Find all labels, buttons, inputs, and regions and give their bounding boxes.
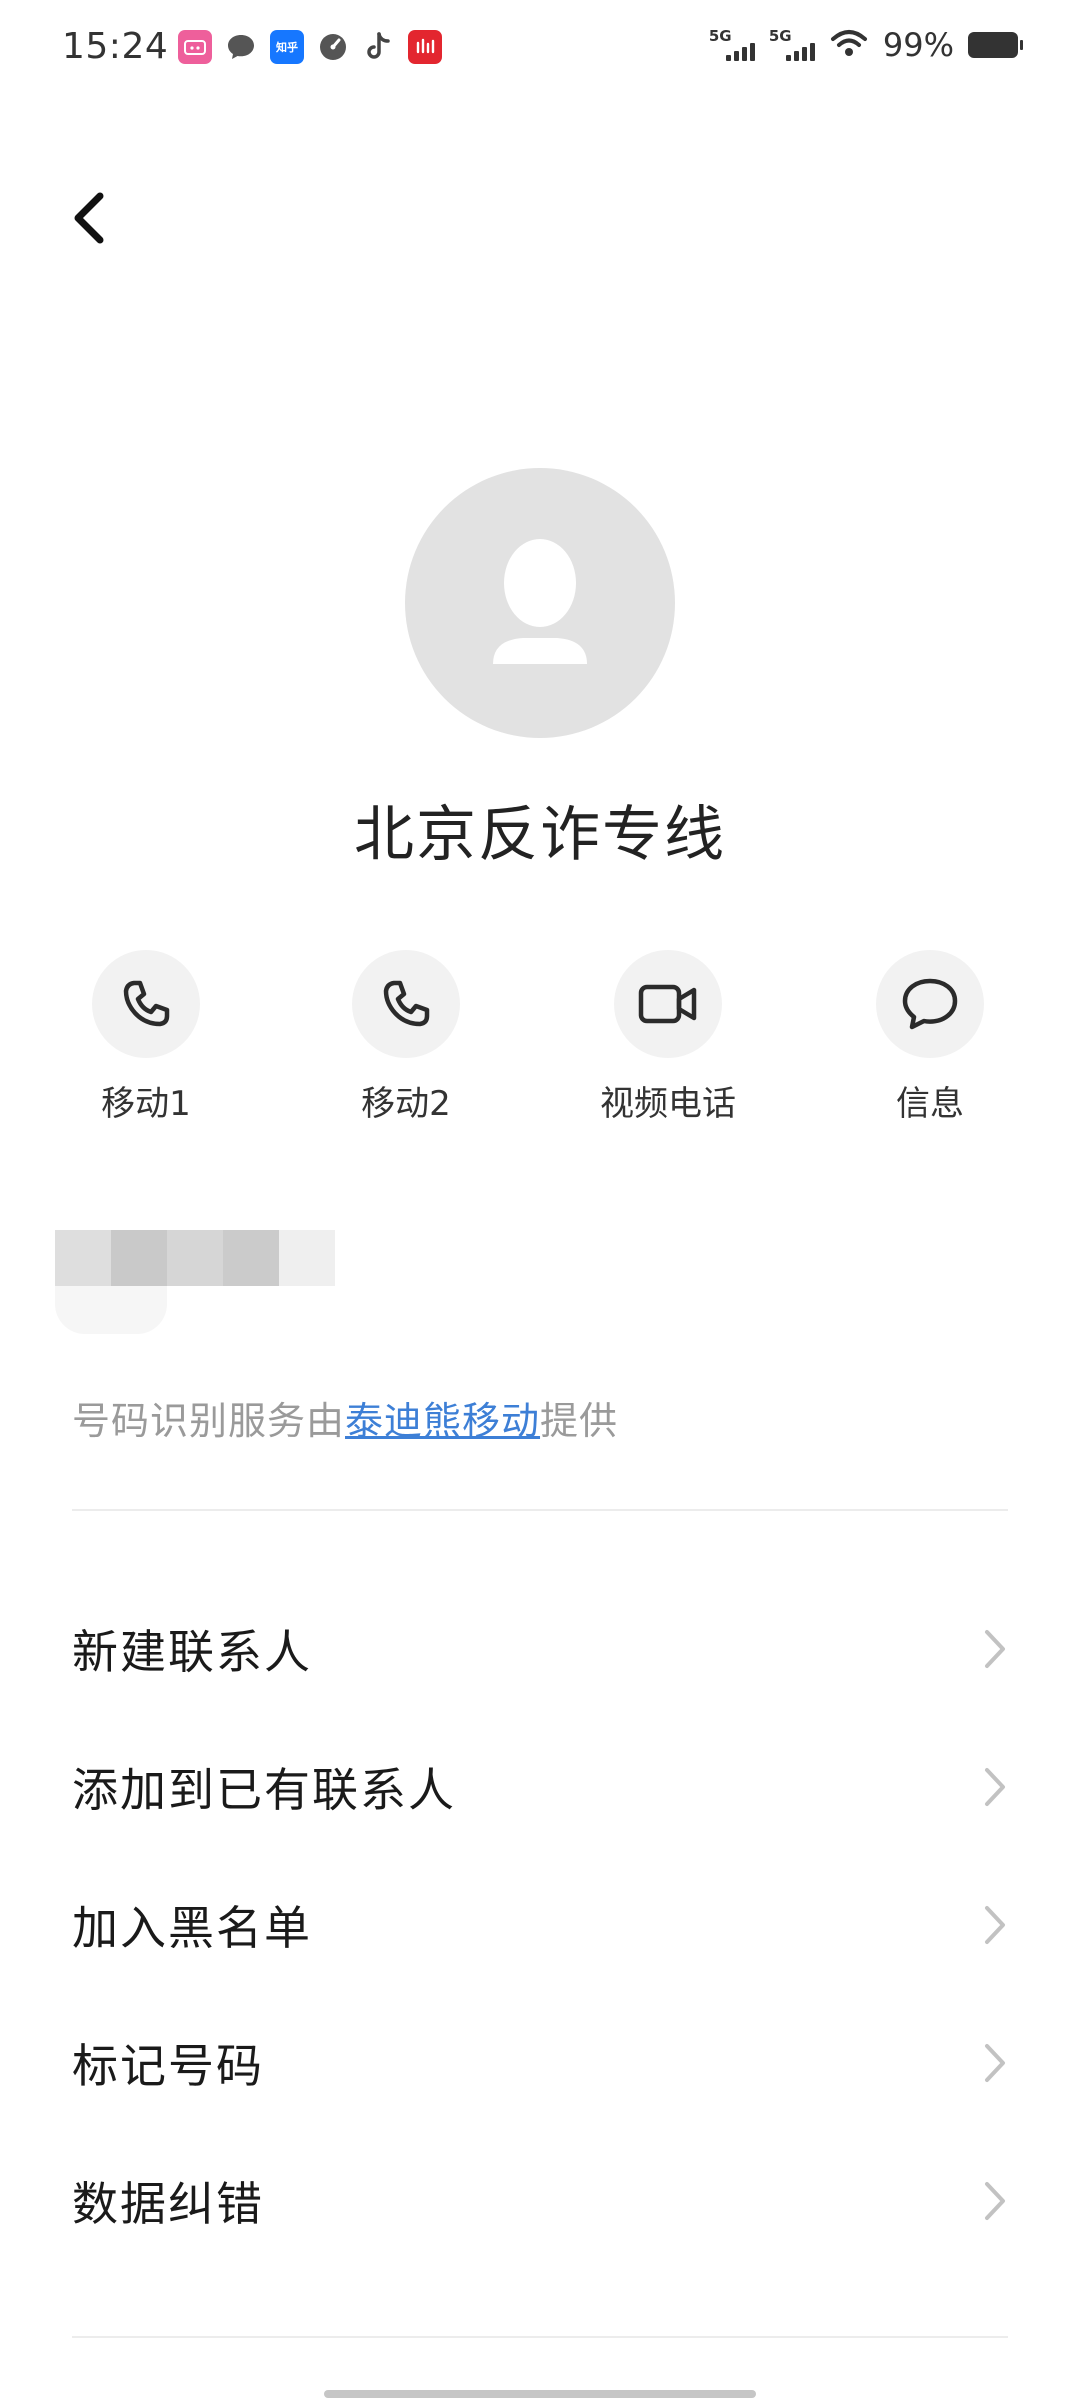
status-right: 5G 5G 99% (709, 26, 1023, 64)
home-indicator[interactable] (324, 2390, 756, 2398)
divider (72, 2336, 1008, 2338)
chevron-left-icon (74, 192, 104, 244)
status-time: 15:24 (62, 26, 169, 67)
phone-icon (123, 980, 170, 1027)
battery-icon (968, 32, 1023, 58)
chevron-right-icon (985, 1630, 1005, 1668)
call-sim2-button[interactable]: 移动2 (306, 950, 506, 1125)
signal-2-icon: 5G (769, 27, 815, 63)
phone-icon (383, 980, 430, 1027)
provider-link[interactable]: 泰迪熊移动 (345, 1399, 540, 1443)
contact-name: 北京反诈专线 (354, 800, 726, 870)
action-label: 移动2 (361, 1084, 451, 1124)
person-icon (493, 539, 587, 664)
menu-item-new-contact[interactable]: 新建联系人 (0, 1580, 1080, 1718)
action-label: 信息 (896, 1084, 964, 1124)
message-bubble-icon (902, 978, 958, 1030)
avatar (405, 468, 675, 738)
status-bar: 15:24 知乎 5G 5G 99% (0, 0, 1080, 100)
menu-item-label: 数据纠错 (72, 2177, 264, 2231)
redacted-phone-number (55, 1230, 345, 1340)
bilibili-icon (178, 30, 212, 64)
chat-bubble-icon (224, 30, 258, 64)
contact-actions-menu: 新建联系人 添加到已有联系人 加入黑名单 标记号码 数据纠错 (0, 1580, 1080, 2270)
red-app-icon (408, 30, 442, 64)
id-service-prefix: 号码识别服务由 (72, 1399, 346, 1443)
chevron-right-icon (985, 1906, 1005, 1944)
signal-1-icon: 5G (709, 27, 755, 63)
wifi-icon (829, 27, 869, 63)
call-sim1-button[interactable]: 移动1 (46, 950, 246, 1125)
notification-icons: 知乎 (178, 30, 442, 64)
chevron-right-icon (985, 2044, 1005, 2082)
chevron-right-icon (985, 2182, 1005, 2220)
divider (72, 1509, 1008, 1511)
tiktok-icon (362, 30, 396, 64)
contact-detail-screen: 15:24 知乎 5G 5G 99% 北京反诈专线 移动1 移动2 视频电话 信… (0, 0, 1080, 2404)
chevron-right-icon (985, 1768, 1005, 1806)
message-button[interactable]: 信息 (830, 950, 1030, 1125)
video-call-button[interactable]: 视频电话 (568, 950, 768, 1125)
menu-item-label: 新建联系人 (72, 1625, 312, 1679)
menu-item-mark-number[interactable]: 标记号码 (0, 1994, 1080, 2132)
action-label: 视频电话 (600, 1084, 736, 1124)
speed-icon (316, 30, 350, 64)
video-camera-icon (638, 984, 697, 1024)
menu-item-data-correction[interactable]: 数据纠错 (0, 2132, 1080, 2270)
battery-percent: 99% (882, 26, 954, 64)
menu-item-label: 添加到已有联系人 (72, 1763, 456, 1817)
id-service-note: 号码识别服务由泰迪熊移动提供 (72, 1390, 618, 1445)
menu-item-label: 标记号码 (72, 2039, 264, 2093)
menu-item-add-to-existing[interactable]: 添加到已有联系人 (0, 1718, 1080, 1856)
zhihu-icon: 知乎 (270, 30, 304, 64)
action-label: 移动1 (101, 1084, 191, 1124)
back-button[interactable] (62, 186, 118, 250)
id-service-suffix: 提供 (540, 1399, 619, 1443)
menu-item-blacklist[interactable]: 加入黑名单 (0, 1856, 1080, 1994)
menu-item-label: 加入黑名单 (72, 1901, 312, 1955)
action-row: 移动1 移动2 视频电话 信息 (0, 950, 1080, 1130)
